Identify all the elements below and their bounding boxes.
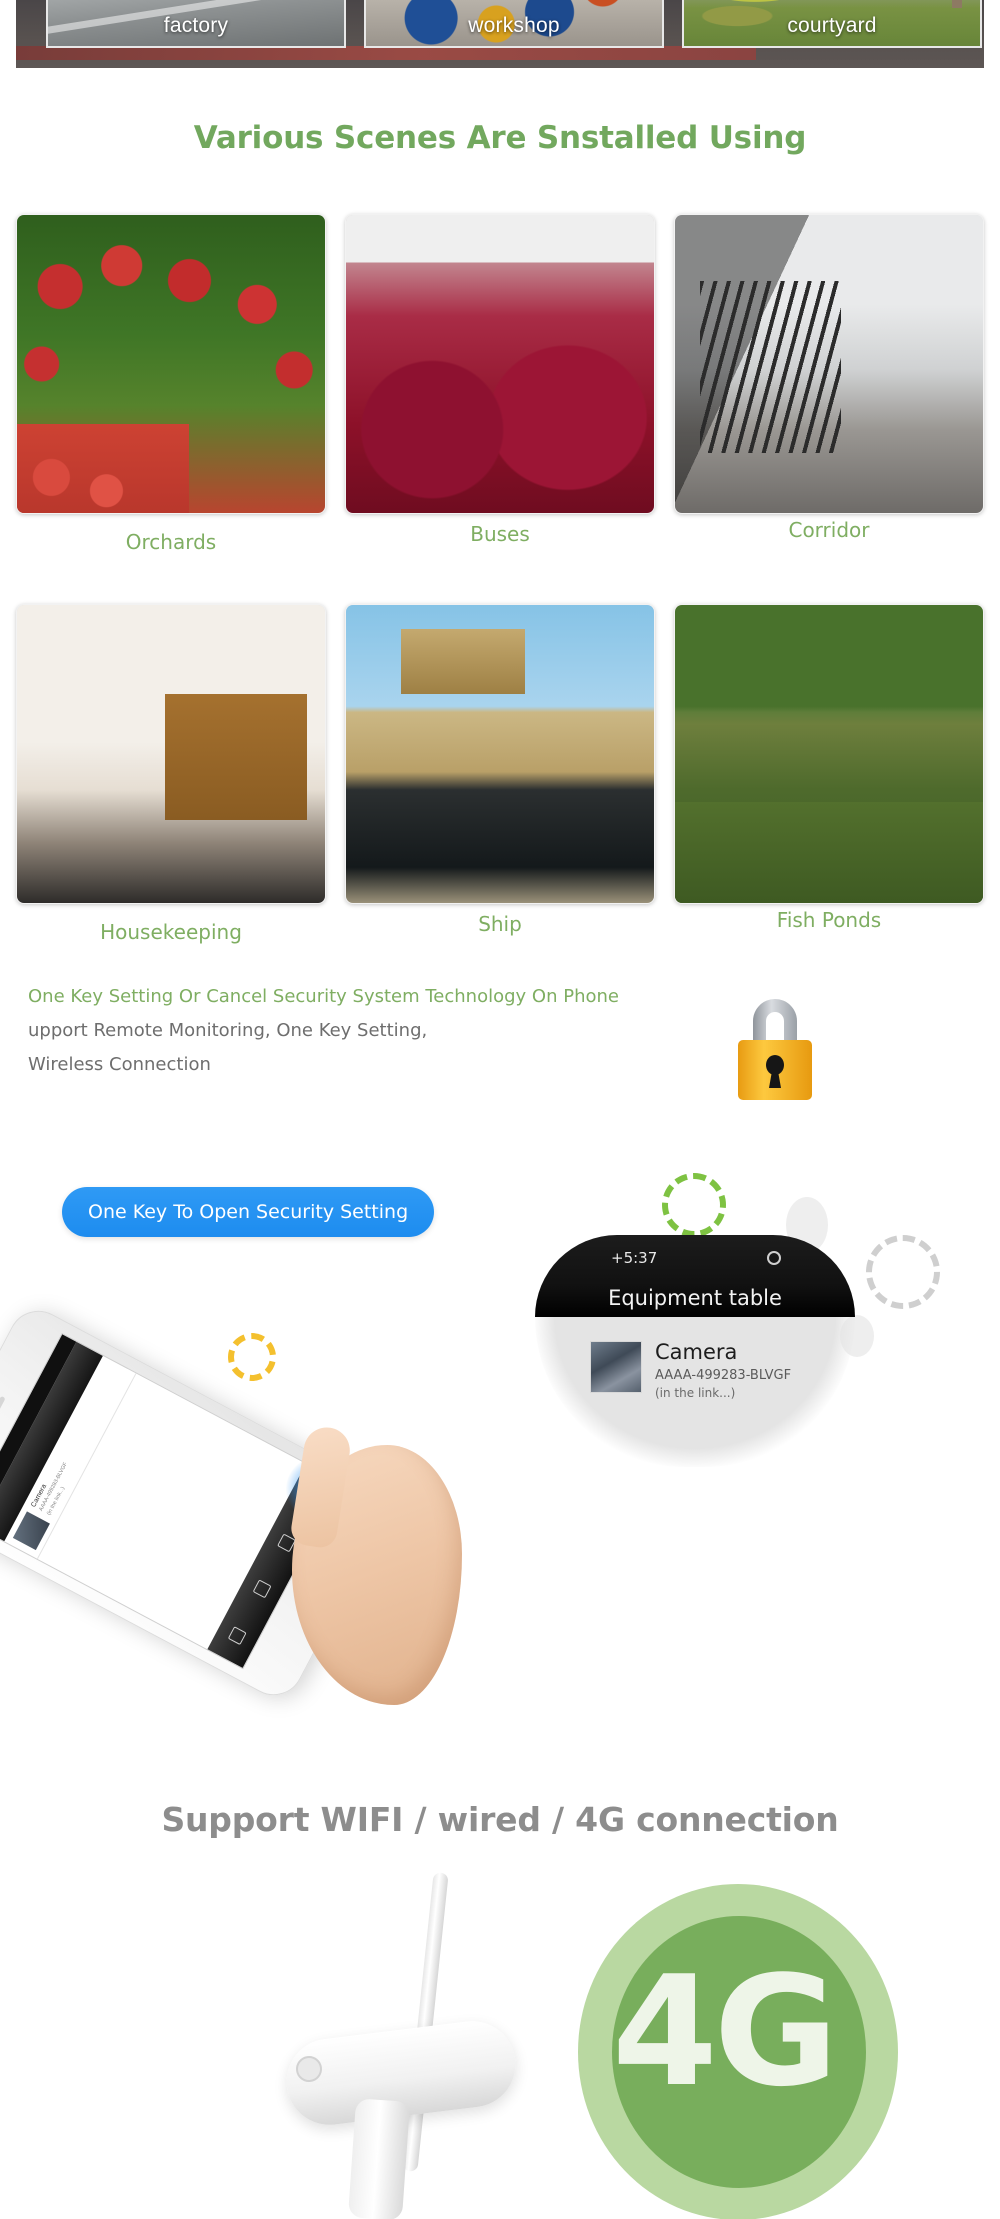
scene-card-housekeeping[interactable]: Housekeeping	[16, 604, 326, 944]
scene-thumbnail	[674, 214, 984, 514]
index-finger	[288, 1424, 354, 1550]
phone-tab-icon	[252, 1579, 272, 1599]
open-security-setting-button[interactable]: One Key To Open Security Setting	[62, 1187, 435, 1237]
network-badge-text: 4G	[612, 1943, 839, 2120]
ship-photo	[346, 605, 654, 903]
scene-grid-row-1: Orchards Buses Corridor	[16, 214, 984, 554]
banner-tile-courtyard[interactable]: courtyard	[682, 0, 982, 48]
bus-interior-photo	[346, 215, 654, 513]
banner-tile-label: courtyard	[787, 14, 877, 37]
scene-thumbnail	[345, 214, 655, 514]
scene-thumbnail	[16, 604, 326, 904]
scene-label: Ship	[478, 912, 522, 936]
list-thumbnail	[12, 1511, 50, 1550]
gear-icon[interactable]	[767, 1251, 781, 1265]
green-gear-icon	[662, 1173, 726, 1237]
scene-label: Orchards	[125, 530, 217, 554]
connection-illustration: 4G	[0, 1860, 1000, 2219]
banner-tile-label: factory	[163, 14, 229, 37]
scene-card-corridor[interactable]: Corridor	[674, 214, 984, 554]
feature-text-block: One Key Setting Or Cancel Security Syste…	[28, 980, 728, 1082]
fish-pond-photo	[675, 605, 983, 903]
scene-label: Corridor	[788, 518, 870, 542]
scene-thumbnail	[345, 604, 655, 904]
equipment-table-title: Equipment table	[608, 1286, 782, 1310]
phone-speaker	[0, 1395, 6, 1437]
status-time: +5:37	[611, 1249, 658, 1267]
feature-title: One Key Setting Or Cancel Security Syste…	[28, 986, 619, 1007]
banner-tile-workshop[interactable]: workshop	[364, 0, 664, 48]
connection-section-heading: Support WIFI / wired / 4G connection	[161, 1800, 839, 1839]
corridor-photo	[675, 215, 983, 513]
device-id: AAAA-499283-BLVGF	[655, 1368, 792, 1383]
scene-thumbnail	[674, 604, 984, 904]
camera-preview-thumbnail	[590, 1341, 642, 1393]
feature-line-2: upport Remote Monitoring, One Key Settin…	[28, 1020, 428, 1041]
banner-tile-label: workshop	[468, 14, 560, 37]
scene-card-orchards[interactable]: Orchards	[16, 214, 326, 554]
pointing-hand-illustration	[288, 1424, 462, 1705]
security-setting-panel: One Key To Open Security Setting +5:37 E…	[0, 1145, 1000, 1745]
top-banner: factory workshop courtyard	[16, 0, 984, 68]
scenes-section-heading: Various Scenes Are Snstalled Using	[193, 120, 807, 156]
device-name: Camera	[655, 1340, 738, 1364]
product-detail-page: factory workshop courtyard Various Scene…	[0, 0, 1000, 2219]
scene-thumbnail	[16, 214, 326, 514]
scene-grid-row-2: Housekeeping Ship Fish Ponds	[16, 604, 984, 944]
scene-label: Housekeeping	[100, 920, 242, 944]
device-info: Camera AAAA-499283-BLVGF (in the link...…	[655, 1341, 791, 1402]
device-list-item[interactable]: Camera AAAA-499283-BLVGF (in the link...…	[590, 1341, 791, 1402]
yellow-gear-icon	[228, 1333, 276, 1381]
feature-line-3: Wireless Connection	[28, 1054, 211, 1075]
scene-card-buses[interactable]: Buses	[345, 214, 655, 554]
padlock-icon	[730, 985, 820, 1107]
banner-tile-factory[interactable]: factory	[46, 0, 346, 48]
camera-antenna	[402, 1872, 449, 2172]
device-status: (in the link...)	[655, 1386, 736, 1400]
equipment-table-header: +5:37 Equipment table	[535, 1235, 855, 1317]
banner-accent-bar	[16, 46, 756, 60]
scene-card-ship[interactable]: Ship	[345, 604, 655, 944]
scene-card-fish-ponds[interactable]: Fish Ponds	[674, 604, 984, 944]
banner-tile-list: factory workshop courtyard	[46, 0, 982, 48]
phone-tab-icon	[227, 1625, 247, 1645]
scene-label: Fish Ponds	[776, 908, 882, 932]
gray-gear-icon	[866, 1235, 940, 1309]
scene-label: Buses	[470, 522, 530, 546]
orchard-photo	[17, 215, 325, 513]
living-room-photo	[17, 605, 325, 903]
camera-mount	[347, 2098, 411, 2219]
